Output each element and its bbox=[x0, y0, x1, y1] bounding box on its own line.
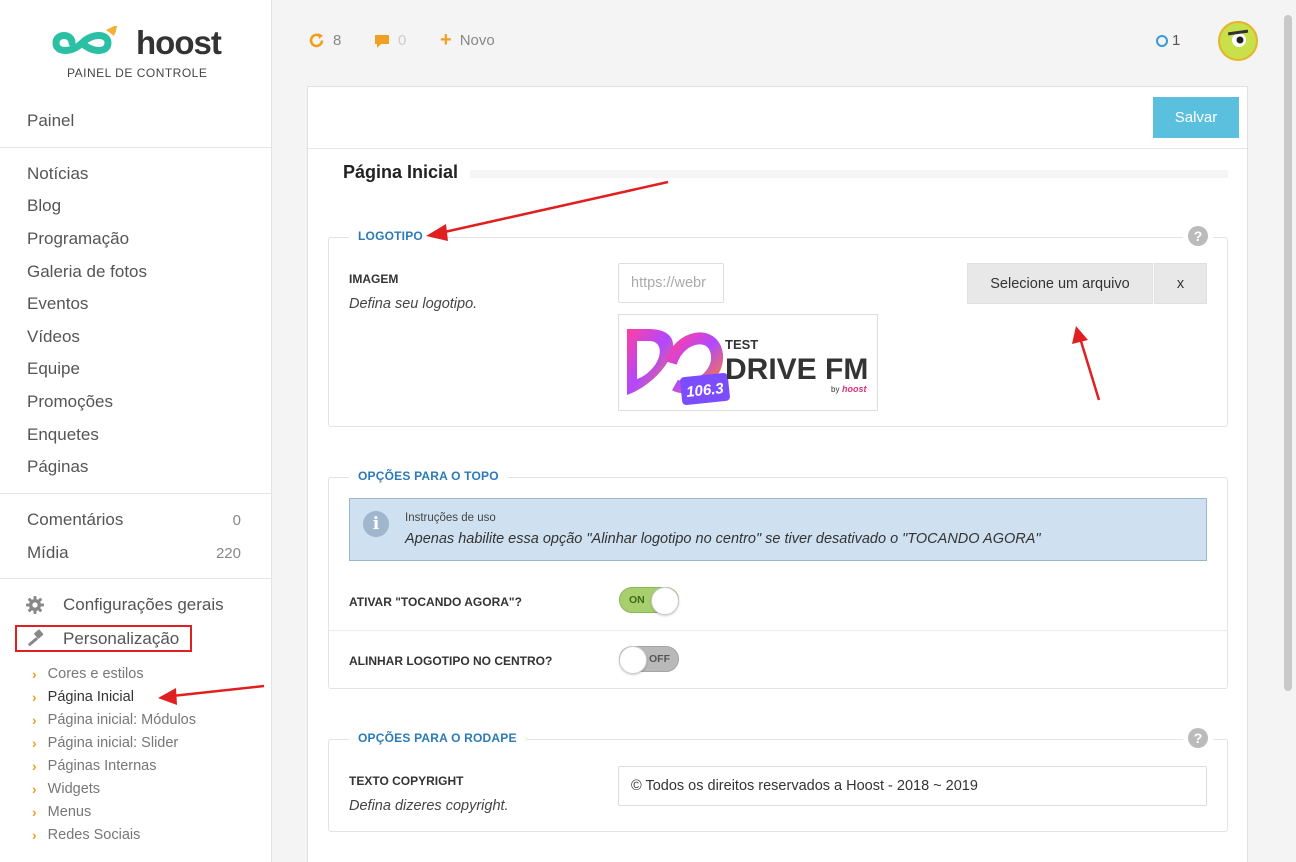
align-center-toggle[interactable]: OFF bbox=[619, 646, 679, 674]
chevron-right-icon: › bbox=[32, 827, 37, 843]
instructions-box: i Instruções de uso Apenas habilite essa… bbox=[349, 498, 1207, 561]
avatar[interactable] bbox=[1218, 21, 1258, 61]
footer-options-section: OPÇÕES PARA O RODAPE ? TEXTO COPYRIGHT D… bbox=[328, 728, 1228, 832]
sidebar: hoost PAINEL DE CONTROLE Painel Notícias… bbox=[0, 0, 272, 862]
logo-main: DRIVE FM bbox=[725, 353, 868, 386]
divider bbox=[0, 147, 271, 148]
divider bbox=[0, 493, 271, 494]
nav-galeria[interactable]: Galeria de fotos bbox=[27, 262, 147, 282]
copyright-label: TEXTO COPYRIGHT bbox=[349, 774, 464, 788]
footer-options-legend: OPÇÕES PARA O RODAPE bbox=[349, 731, 526, 745]
drive-fm-logo-image: 106.3 TEST DRIVE FM by hoost bbox=[627, 329, 868, 406]
comment-icon bbox=[375, 34, 389, 48]
image-label: IMAGEM bbox=[349, 272, 399, 286]
highlight-box bbox=[15, 625, 192, 652]
chevron-right-icon: › bbox=[32, 689, 37, 705]
nav-enquetes[interactable]: Enquetes bbox=[27, 425, 99, 445]
logo-text: hoost bbox=[136, 24, 222, 61]
logo-test: TEST bbox=[725, 337, 758, 352]
help-icon[interactable]: ? bbox=[1188, 728, 1208, 748]
notifications-count: 1 bbox=[1172, 32, 1181, 49]
panel-header: Salvar bbox=[308, 87, 1247, 149]
nav-paginas[interactable]: Páginas bbox=[27, 457, 88, 477]
logo-legend: LOGOTIPO bbox=[349, 229, 432, 243]
nav-eventos[interactable]: Eventos bbox=[27, 294, 88, 314]
title-rule bbox=[470, 170, 1228, 178]
nav-noticias[interactable]: Notícias bbox=[27, 164, 88, 184]
midia-count: 220 bbox=[215, 545, 241, 562]
nav-promocoes[interactable]: Promoções bbox=[27, 392, 113, 412]
chevron-right-icon: › bbox=[32, 712, 37, 728]
gear-icon bbox=[26, 596, 44, 614]
tocando-agora-label: ATIVAR "TOCANDO AGORA"? bbox=[349, 595, 522, 609]
image-desc: Defina seu logotipo. bbox=[349, 296, 478, 312]
top-options-section: OPÇÕES PARA O TOPO i Instruções de uso A… bbox=[328, 469, 1228, 689]
hoost-logo[interactable]: hoost PAINEL DE CONTROLE bbox=[50, 18, 230, 80]
divider bbox=[329, 630, 1227, 631]
sub-widgets[interactable]: › Widgets bbox=[32, 781, 100, 797]
new-button[interactable]: + Novo bbox=[440, 29, 495, 51]
refresh-icon bbox=[309, 33, 324, 48]
logo-url-input[interactable]: https://webr bbox=[618, 263, 724, 303]
nav-videos[interactable]: Vídeos bbox=[27, 327, 80, 347]
nav-midia[interactable]: Mídia bbox=[27, 543, 69, 563]
sub-pagina-inicial[interactable]: › Página Inicial bbox=[32, 689, 134, 705]
logo-by: by bbox=[831, 385, 839, 394]
sub-pagina-inicial-modulos[interactable]: › Página inicial: Módulos bbox=[32, 712, 196, 728]
logo-subtitle: PAINEL DE CONTROLE bbox=[67, 66, 208, 80]
comments-button[interactable]: 0 bbox=[374, 32, 406, 49]
logo-preview: 106.3 TEST DRIVE FM by hoost bbox=[618, 314, 878, 411]
circle-icon bbox=[1156, 34, 1168, 47]
scrollbar[interactable] bbox=[1284, 15, 1292, 691]
nav-painel[interactable]: Painel bbox=[27, 111, 74, 131]
updates-count: 8 bbox=[333, 32, 342, 49]
help-icon[interactable]: ? bbox=[1188, 226, 1208, 246]
chevron-right-icon: › bbox=[32, 666, 37, 682]
top-options-legend: OPÇÕES PARA O TOPO bbox=[349, 469, 508, 483]
instructions-text: Apenas habilite essa opção "Alinhar logo… bbox=[405, 531, 1041, 547]
avatar-face-icon bbox=[1227, 29, 1249, 47]
nav-configuracoes[interactable]: Configurações gerais bbox=[25, 595, 224, 615]
logo-by-brand: hoost bbox=[842, 384, 867, 394]
chevron-right-icon: › bbox=[32, 735, 37, 751]
updates-button[interactable]: 8 bbox=[308, 32, 341, 49]
chevron-right-icon: › bbox=[32, 781, 37, 797]
select-file-button[interactable]: Selecione um arquivo bbox=[967, 263, 1153, 304]
info-icon: i bbox=[363, 511, 389, 537]
page-title: Página Inicial bbox=[343, 162, 459, 182]
sub-paginas-internas[interactable]: › Páginas Internas bbox=[32, 758, 157, 774]
sub-pagina-inicial-slider[interactable]: › Página inicial: Slider bbox=[32, 735, 178, 751]
new-label: Novo bbox=[459, 32, 495, 49]
nav-equipe[interactable]: Equipe bbox=[27, 359, 80, 379]
comentarios-count: 0 bbox=[232, 512, 241, 529]
chevron-right-icon: › bbox=[32, 758, 37, 774]
divider bbox=[0, 578, 271, 579]
instructions-title: Instruções de uso bbox=[405, 512, 496, 524]
clear-file-button[interactable]: x bbox=[1154, 263, 1207, 304]
sub-redes-sociais[interactable]: › Redes Sociais bbox=[32, 827, 140, 843]
infinity-logo-icon bbox=[52, 26, 118, 54]
sub-menus[interactable]: › Menus bbox=[32, 804, 91, 820]
copyright-desc: Defina dizeres copyright. bbox=[349, 798, 509, 814]
nav-comentarios[interactable]: Comentários bbox=[27, 510, 123, 530]
comments-count: 0 bbox=[398, 32, 407, 49]
sub-cores-estilos[interactable]: › Cores e estilos bbox=[32, 666, 144, 682]
save-button[interactable]: Salvar bbox=[1153, 97, 1239, 138]
copyright-input[interactable]: © Todos os direitos reservados a Hoost -… bbox=[618, 766, 1207, 806]
configuracoes-label: Configurações gerais bbox=[63, 595, 224, 614]
plus-icon: + bbox=[440, 29, 452, 51]
align-center-label: ALINHAR LOGOTIPO NO CENTRO? bbox=[349, 654, 553, 668]
tocando-agora-toggle[interactable]: ON bbox=[619, 587, 679, 615]
nav-blog[interactable]: Blog bbox=[27, 196, 61, 216]
chevron-right-icon: › bbox=[32, 804, 37, 820]
notifications-button[interactable]: 1 bbox=[1156, 32, 1180, 49]
nav-programacao[interactable]: Programação bbox=[27, 229, 129, 249]
logo-section: LOGOTIPO ? IMAGEM Defina seu logotipo. h… bbox=[328, 226, 1228, 427]
